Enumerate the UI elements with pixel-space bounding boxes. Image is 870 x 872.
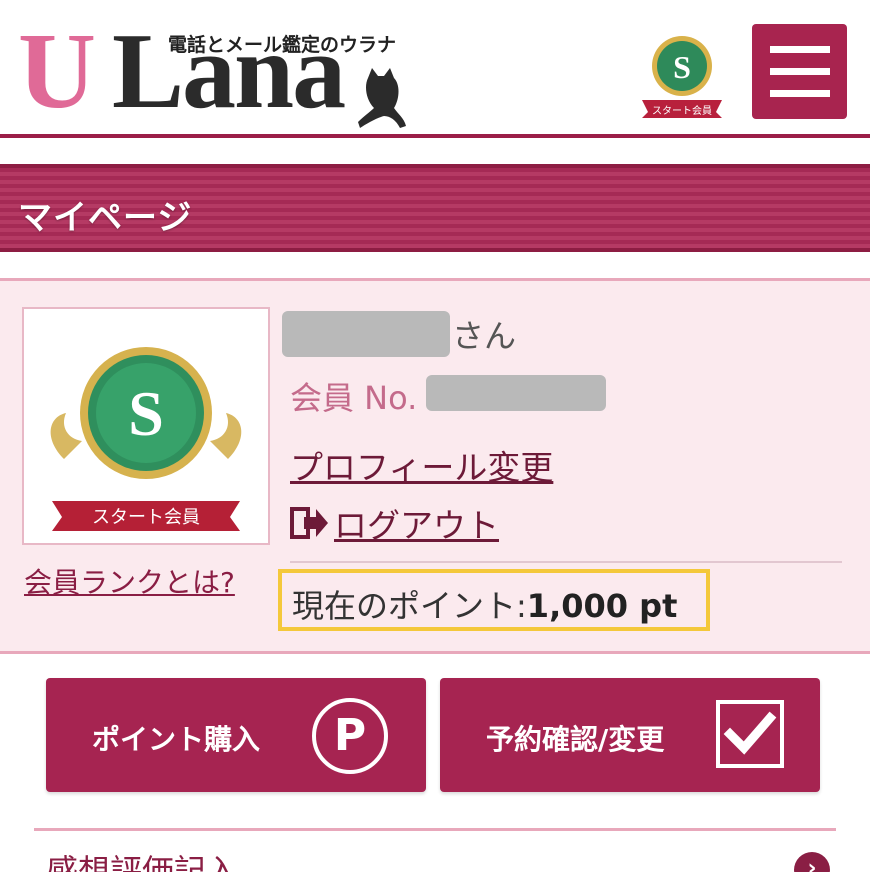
logout-link[interactable]: ログアウト <box>334 499 499 547</box>
points-value: 1,000 pt <box>526 587 678 625</box>
divider <box>34 828 836 831</box>
points-label: 現在のポイント: <box>292 587 527 625</box>
rank-medal-letter: S <box>128 378 164 449</box>
review-entry-link[interactable]: 感想評価記入 <box>46 846 238 872</box>
divider <box>290 561 842 563</box>
logout-icon <box>290 507 328 539</box>
rank-badge-ribbon: スタート会員 <box>652 104 712 117</box>
rank-medal-ribbon: スタート会員 <box>92 507 200 528</box>
site-header: U Lana 電話とメール鑑定のウラナ S スタート会員 <box>0 0 870 138</box>
points-p-icon: P <box>312 698 388 774</box>
reservation-button[interactable]: 予約確認/変更 <box>440 678 820 792</box>
checkbox-checked-icon <box>716 700 784 768</box>
logout-row[interactable]: ログアウト <box>290 501 499 545</box>
hamburger-line <box>770 46 830 53</box>
rank-badge-letter: S <box>673 49 691 85</box>
profile-panel: S スタート会員 会員ランクとは? さん 会員 No. プロフィール変更 ログア… <box>0 278 870 654</box>
rank-medal-icon: S スタート会員 <box>50 347 242 531</box>
redacted-user-name <box>282 311 450 357</box>
logo-letter-u: U <box>18 12 96 131</box>
hamburger-line <box>770 68 830 75</box>
member-number-label: 会員 No. <box>290 379 418 417</box>
member-rank-avatar: S スタート会員 <box>22 307 270 545</box>
buy-points-button[interactable]: ポイント購入 P <box>46 678 426 792</box>
page-title: マイページ <box>18 198 193 238</box>
hamburger-line <box>770 90 830 97</box>
reservation-label: 予約確認/変更 <box>486 723 665 756</box>
current-points-box: 現在のポイント:1,000 pt <box>278 569 710 631</box>
member-rank-info-link[interactable]: 会員ランクとは? <box>24 561 235 601</box>
page-title-bar: マイページ <box>0 164 870 252</box>
site-logo[interactable]: U Lana 電話とメール鑑定のウラナ <box>18 18 408 128</box>
redacted-member-number <box>426 375 606 411</box>
profile-edit-link[interactable]: プロフィール変更 <box>290 441 553 489</box>
logo-subtitle: 電話とメール鑑定のウラナ <box>168 34 397 56</box>
chevron-right-icon[interactable]: › <box>794 852 830 872</box>
rank-badge-icon[interactable]: S スタート会員 <box>636 28 728 120</box>
menu-button[interactable] <box>752 24 847 119</box>
user-name-suffix: さん <box>452 317 517 355</box>
buy-points-label: ポイント購入 <box>92 723 261 756</box>
cat-icon <box>358 68 406 128</box>
